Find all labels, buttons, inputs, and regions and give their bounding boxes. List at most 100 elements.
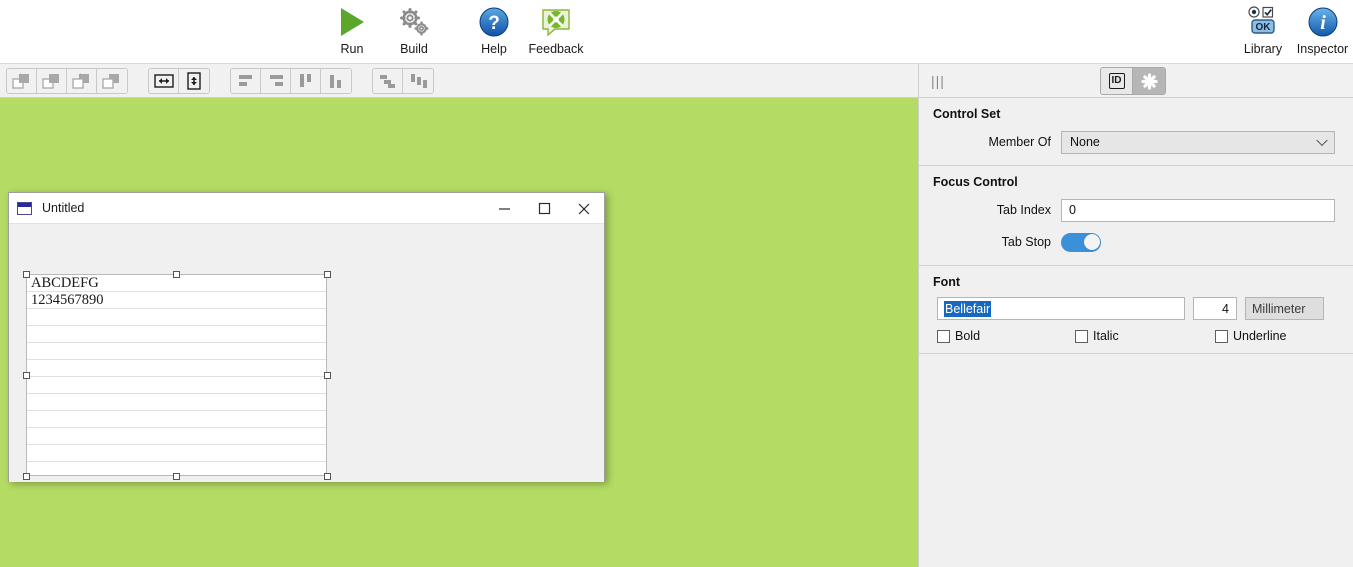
info-circle-icon: i xyxy=(1308,5,1338,39)
resize-handle-top-center[interactable] xyxy=(173,270,180,278)
text-line xyxy=(27,326,326,343)
member-of-value: None xyxy=(1070,135,1100,149)
close-button[interactable] xyxy=(564,193,604,224)
section-focus-control: Focus Control Tab Index 0 Tab Stop xyxy=(919,166,1353,266)
send-backward-icon[interactable] xyxy=(97,68,127,93)
main-ribbon: Run Build ? Help Feedback OK Library i I… xyxy=(0,0,1353,64)
text-line xyxy=(27,377,326,394)
question-circle-icon: ? xyxy=(479,5,509,39)
inspector-button[interactable]: i Inspector xyxy=(1292,0,1353,64)
asterisk-icon xyxy=(1140,72,1158,90)
font-row: Bellefair 4 Millimeter xyxy=(937,297,1353,320)
text-line xyxy=(27,445,326,462)
panel-resize-grip[interactable]: ||| xyxy=(931,73,945,89)
text-line: 1234567890 xyxy=(27,292,326,309)
design-toolbar xyxy=(0,64,918,98)
multiline-text-control[interactable]: ABCDEFG 1234567890 xyxy=(26,274,327,476)
align-left-icon[interactable] xyxy=(231,68,261,93)
resize-handle-middle-left[interactable] xyxy=(22,371,30,379)
help-button[interactable]: ? Help xyxy=(463,0,525,64)
checkbox-icon xyxy=(937,329,950,343)
font-size-input[interactable]: 4 xyxy=(1193,297,1237,320)
field-tab-stop: Tab Stop xyxy=(919,229,1335,255)
bring-to-front-icon[interactable] xyxy=(7,68,37,93)
tab-stop-toggle[interactable] xyxy=(1061,232,1101,252)
toggle-knob xyxy=(1083,234,1100,250)
field-member-of: Member Of None xyxy=(919,129,1335,155)
resize-vertical-icon[interactable] xyxy=(179,68,209,93)
tab-stop-label: Tab Stop xyxy=(1001,235,1051,249)
font-family-combo[interactable]: Bellefair xyxy=(937,297,1185,320)
toolbar-group-distribution xyxy=(372,67,434,94)
design-window-title: Untitled xyxy=(42,201,85,215)
feedback-button-label: Feedback xyxy=(528,42,584,56)
text-line xyxy=(27,411,326,428)
checkbox-icon xyxy=(1215,329,1228,343)
minimize-button[interactable] xyxy=(484,193,524,224)
align-top-icon[interactable] xyxy=(291,68,321,93)
section-control-set: Control Set Member Of None xyxy=(919,98,1353,166)
send-to-back-icon[interactable] xyxy=(67,68,97,93)
library-controls-icon: OK xyxy=(1243,5,1283,39)
text-line xyxy=(27,428,326,445)
feedback-button[interactable]: Feedback xyxy=(525,0,587,64)
italic-checkbox[interactable]: Italic xyxy=(1075,329,1215,343)
member-of-label: Member Of xyxy=(988,135,1051,149)
text-line xyxy=(27,343,326,360)
library-ok-label: OK xyxy=(1256,22,1272,33)
inspector-header: ||| ID xyxy=(919,64,1353,98)
run-button[interactable]: Run xyxy=(321,0,383,64)
build-button[interactable]: Build xyxy=(383,0,445,64)
play-triangle-icon xyxy=(340,5,364,39)
tab-index-input[interactable]: 0 xyxy=(1061,198,1335,222)
text-line: ABCDEFG xyxy=(27,275,326,292)
resize-handle-bottom-center[interactable] xyxy=(173,472,180,480)
resize-handle-bottom-left[interactable] xyxy=(22,472,30,480)
font-unit-combo[interactable]: Millimeter xyxy=(1245,297,1324,320)
distribute-vertical-icon[interactable] xyxy=(403,68,433,93)
app-root: Run Build ? Help Feedback OK Library i I… xyxy=(0,0,1353,567)
tab-id-label: ID xyxy=(1108,73,1125,89)
feedback-bubble-icon xyxy=(541,5,571,39)
resize-handle-top-left[interactable] xyxy=(22,270,30,278)
svg-text:?: ? xyxy=(488,13,500,34)
resize-handle-middle-right[interactable] xyxy=(323,371,331,379)
field-tab-index: Tab Index 0 xyxy=(919,197,1335,223)
section-control-set-title: Control Set xyxy=(933,107,1001,121)
tab-index-label: Tab Index xyxy=(996,203,1051,217)
checkbox-icon xyxy=(1075,329,1088,343)
toolbar-group-sizing xyxy=(148,67,210,94)
tab-properties[interactable] xyxy=(1133,68,1165,94)
design-window-body[interactable]: ABCDEFG 1234567890 xyxy=(9,224,604,482)
toolbar-group-ordering xyxy=(6,67,128,94)
align-right-icon[interactable] xyxy=(261,68,291,93)
resize-handle-bottom-right[interactable] xyxy=(323,472,331,480)
resize-handle-top-right[interactable] xyxy=(323,270,331,278)
underline-checkbox[interactable]: Underline xyxy=(1215,329,1287,343)
design-window-titlebar[interactable]: Untitled xyxy=(9,193,604,224)
library-button-label: Library xyxy=(1243,42,1283,56)
chevron-down-icon xyxy=(1316,134,1328,147)
member-of-combo[interactable]: None xyxy=(1061,130,1335,154)
section-font: Font Bellefair 4 Millimeter Bold Italic … xyxy=(919,266,1353,354)
underline-label: Underline xyxy=(1233,329,1287,343)
tab-id[interactable]: ID xyxy=(1101,68,1133,94)
distribute-horizontal-icon[interactable] xyxy=(373,68,403,93)
font-size-value: 4 xyxy=(1222,301,1229,316)
section-focus-control-title: Focus Control xyxy=(933,175,1018,189)
library-button[interactable]: OK Library xyxy=(1234,0,1292,64)
bold-label: Bold xyxy=(955,329,981,343)
toolbar-group-alignment xyxy=(230,67,352,94)
resize-horizontal-icon[interactable] xyxy=(149,68,179,93)
bring-forward-icon[interactable] xyxy=(37,68,67,93)
help-button-label: Help xyxy=(481,42,507,56)
window-controls xyxy=(484,193,604,224)
text-line xyxy=(27,309,326,326)
bold-checkbox[interactable]: Bold xyxy=(937,329,1075,343)
tab-index-value: 0 xyxy=(1069,203,1076,217)
align-bottom-icon[interactable] xyxy=(321,68,351,93)
text-line xyxy=(27,394,326,411)
maximize-button[interactable] xyxy=(524,193,564,224)
text-line xyxy=(27,360,326,377)
design-window[interactable]: Untitled ABCDEFG 1234567890 xyxy=(8,192,605,482)
